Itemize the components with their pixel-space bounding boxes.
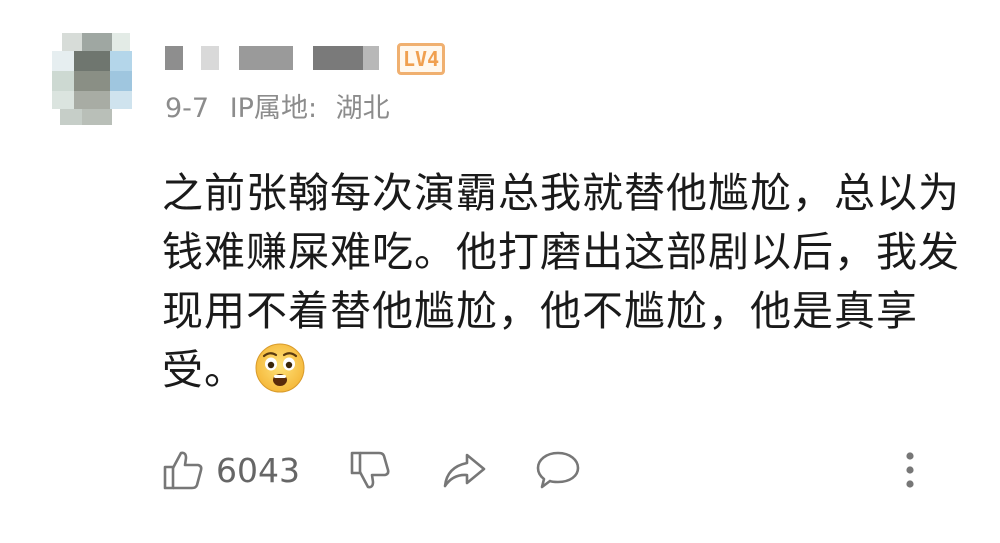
more-button[interactable] bbox=[903, 440, 917, 500]
level-badge: LV4 bbox=[397, 43, 446, 75]
ip-label: IP属地: bbox=[229, 93, 318, 124]
comment-meta: 9-7 IP属地: 湖北 bbox=[165, 86, 390, 125]
share-button[interactable] bbox=[441, 440, 487, 500]
comment-line-last: 受。 bbox=[162, 341, 962, 400]
comment-date: 9-7 bbox=[165, 93, 210, 124]
thumbs-up-icon bbox=[163, 451, 203, 490]
comment-line: 之前张翰每次演霸总我就替他尴尬，总以为 bbox=[162, 169, 960, 217]
thumbs-down-icon bbox=[350, 451, 390, 489]
like-button[interactable]: 6043 bbox=[162, 440, 300, 500]
dislike-button[interactable] bbox=[349, 440, 391, 500]
comment-line: 受。 bbox=[162, 346, 246, 394]
comment-line: 现用不着替他尴尬，他不尴尬，他是真享 bbox=[162, 287, 918, 335]
reply-button[interactable] bbox=[535, 440, 581, 500]
action-bar: 6043 bbox=[0, 440, 1000, 500]
like-count: 6043 bbox=[216, 450, 300, 490]
avatar[interactable] bbox=[52, 33, 132, 125]
anguished-face-emoji bbox=[255, 343, 305, 393]
more-vertical-icon bbox=[906, 452, 914, 488]
share-icon bbox=[443, 453, 486, 488]
ip-location: 湖北 bbox=[335, 93, 390, 124]
comment-icon bbox=[536, 451, 580, 489]
comment-text: 之前张翰每次演霸总我就替他尴尬，总以为 钱难赚屎难吃。他打磨出这部剧以后，我发 … bbox=[162, 164, 962, 400]
comment-line: 钱难赚屎难吃。他打磨出这部剧以后，我发 bbox=[162, 228, 960, 276]
